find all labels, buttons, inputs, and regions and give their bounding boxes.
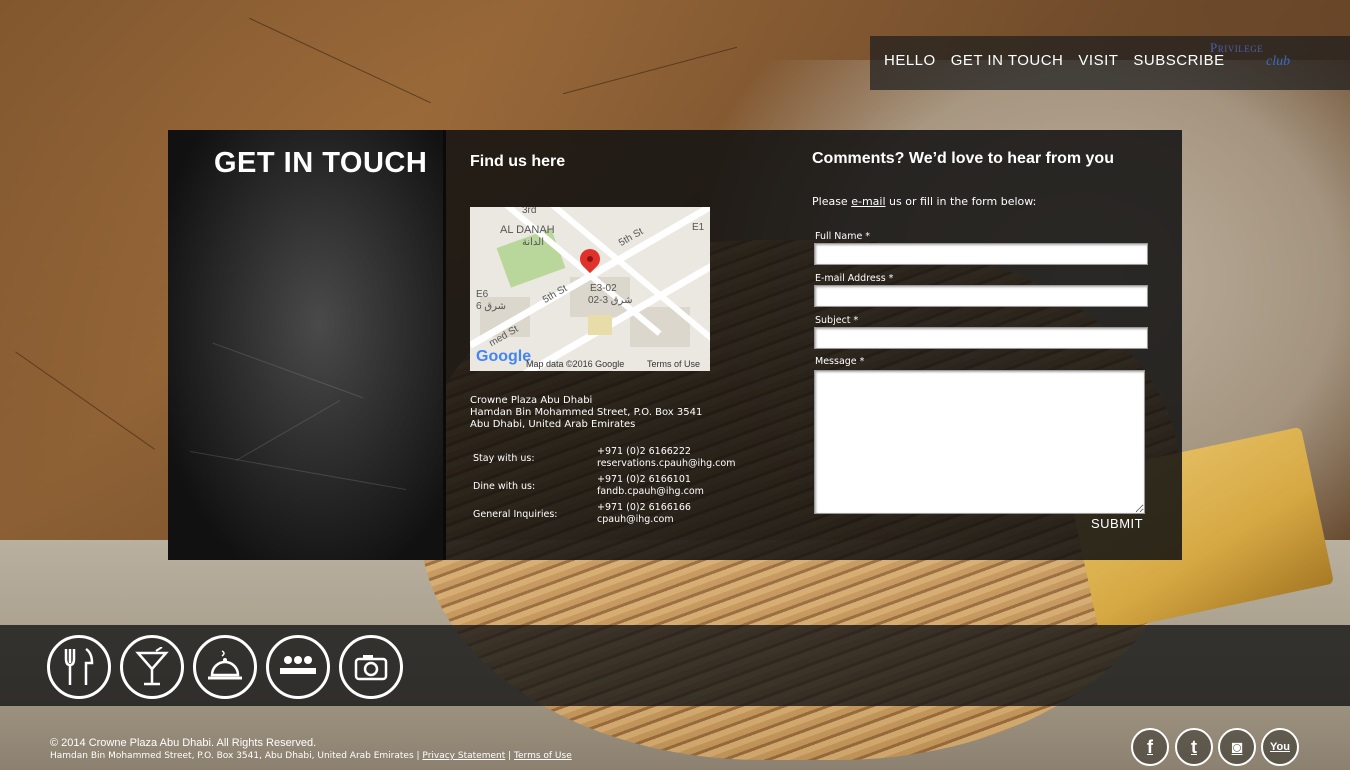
full-name-label: Full Name * — [815, 231, 871, 242]
contact-email[interactable]: fandb.cpauh@ihg.com — [597, 486, 704, 498]
form-intro-text: Please — [812, 195, 852, 208]
contact-label: Stay with us: — [473, 453, 535, 464]
submit-button[interactable]: SUBMIT — [1091, 516, 1143, 531]
footer-separator: | — [508, 751, 512, 761]
email-link[interactable]: e-mail — [851, 195, 885, 208]
youtube-icon[interactable]: You — [1261, 728, 1299, 766]
contact-label: Dine with us: — [473, 481, 536, 492]
title-texture-block — [168, 130, 446, 560]
map-label: الدانة — [522, 237, 544, 248]
contact-phone[interactable]: +971 (0)2 6166166 — [597, 502, 691, 514]
google-logo: Google — [476, 348, 532, 365]
find-us-heading: Find us here — [470, 153, 566, 170]
people-table-icon — [280, 656, 316, 674]
meetings-icon[interactable] — [266, 635, 330, 699]
map-building — [588, 315, 612, 335]
contact-row-dine: Dine with us: +971 (0)2 6166101 fandb.cp… — [473, 474, 773, 502]
page-title: GET IN TOUCH — [214, 147, 428, 179]
main-nav: HELLO GET IN TOUCH VISIT SUBSCRIBE — [884, 52, 1225, 69]
map-data-credit: Map data ©2016 Google — [526, 359, 625, 369]
contact-details: +971 (0)2 6166222 reservations.cpauh@ihg… — [597, 446, 735, 470]
form-intro: Please e-mail us or fill in the form bel… — [812, 195, 1036, 208]
cocktail-icon[interactable] — [120, 635, 184, 699]
footer-address: Hamdan Bin Mohammed Street, P.O. Box 354… — [50, 751, 572, 761]
cloche-icon — [208, 650, 242, 680]
dining-icon[interactable] — [47, 635, 111, 699]
nav-item-get-in-touch[interactable]: GET IN TOUCH — [951, 52, 1064, 69]
subject-label: Subject * — [815, 315, 859, 326]
fork-knife-icon — [64, 647, 94, 685]
hotel-address: Crowne Plaza Abu Dhabi Hamdan Bin Mohamm… — [470, 395, 702, 431]
footer-address-text: Hamdan Bin Mohammed Street, P.O. Box 354… — [50, 751, 420, 761]
address-line: Abu Dhabi, United Arab Emirates — [470, 419, 636, 430]
copyright-text: © 2014 Crowne Plaza Abu Dhabi. All Right… — [50, 737, 317, 749]
map-label: 02-3 شرق — [588, 295, 633, 306]
comments-heading: Comments? We’d love to hear from you — [812, 150, 1114, 167]
map-label: 3rd — [522, 207, 537, 216]
location-map[interactable]: 3rd AL DANAH الدانة 5th St E1 5th St E3-… — [470, 207, 710, 371]
instagram-icon[interactable]: ◙ — [1218, 728, 1256, 766]
camera-icon — [354, 655, 388, 681]
contact-phone[interactable]: +971 (0)2 6166222 — [597, 446, 735, 458]
background-crack — [249, 17, 431, 104]
map-label: 5th St — [541, 283, 570, 306]
texture-scratch — [235, 400, 341, 461]
email-input[interactable] — [814, 285, 1148, 307]
nav-item-hello[interactable]: HELLO — [884, 52, 936, 69]
message-textarea[interactable] — [814, 370, 1145, 514]
address-line: Crowne Plaza Abu Dhabi — [470, 395, 593, 406]
contact-email[interactable]: reservations.cpauh@ihg.com — [597, 458, 735, 470]
contact-details: +971 (0)2 6166166 cpauh@ihg.com — [597, 502, 691, 526]
map-terms-link[interactable]: Terms of Use — [647, 359, 700, 369]
contact-row-general: General Inquiries: +971 (0)2 6166166 cpa… — [473, 502, 773, 530]
contact-label: General Inquiries: — [473, 509, 558, 520]
map-label: AL DANAH — [500, 224, 555, 236]
texture-scratch — [189, 450, 407, 491]
contact-phone[interactable]: +971 (0)2 6166101 — [597, 474, 704, 486]
subject-input[interactable] — [814, 327, 1148, 349]
message-label: Message * — [815, 356, 865, 367]
facebook-icon[interactable]: f — [1131, 728, 1169, 766]
nav-item-visit[interactable]: VISIT — [1078, 52, 1118, 69]
map-label: شرق 6 — [476, 301, 506, 312]
logo-text-club: club — [1266, 54, 1291, 69]
map-label: E1 — [692, 222, 705, 233]
map-label: E3-02 — [590, 283, 617, 294]
privilege-club-logo[interactable]: Privilege club — [1210, 40, 1302, 74]
background-crack — [15, 351, 155, 450]
map-label: E6 — [476, 289, 489, 300]
contact-row-stay: Stay with us: +971 (0)2 6166222 reservat… — [473, 446, 773, 474]
contact-email[interactable]: cpauh@ihg.com — [597, 514, 691, 526]
texture-scratch — [212, 342, 364, 399]
contact-list: Stay with us: +971 (0)2 6166222 reservat… — [473, 446, 773, 530]
contact-details: +971 (0)2 6166101 fandb.cpauh@ihg.com — [597, 474, 704, 498]
form-intro-text: us or fill in the form below: — [885, 195, 1037, 208]
address-line: Hamdan Bin Mohammed Street, P.O. Box 354… — [470, 407, 703, 418]
terms-of-use-link[interactable]: Terms of Use — [514, 751, 572, 761]
martini-glass-icon — [135, 647, 169, 686]
full-name-input[interactable] — [814, 243, 1148, 265]
room-service-icon[interactable] — [193, 635, 257, 699]
email-label: E-mail Address * — [815, 273, 894, 284]
gallery-icon[interactable] — [339, 635, 403, 699]
privacy-statement-link[interactable]: Privacy Statement — [422, 751, 505, 761]
twitter-icon[interactable]: t — [1175, 728, 1213, 766]
